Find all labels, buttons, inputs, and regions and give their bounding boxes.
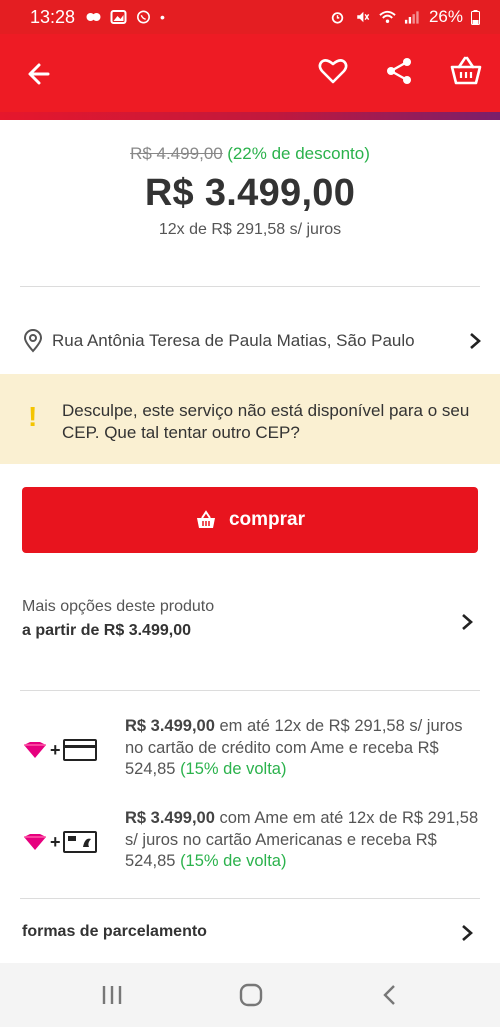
whatsapp-icon	[137, 10, 151, 24]
payment-option-text: R$ 3.499,00 em até 12x de R$ 291,58 s/ j…	[125, 716, 480, 781]
system-status: 26%	[329, 7, 480, 27]
shipping-address-row[interactable]: Rua Antônia Teresa de Paula Matias, São …	[22, 326, 482, 356]
image-icon	[110, 10, 127, 24]
dot-icon: •	[160, 9, 165, 25]
more-options-price: a partir de R$ 3.499,00	[22, 622, 191, 639]
shipping-warning: ! Desculpe, este serviço não está dispon…	[0, 374, 500, 464]
credit-card-icon	[62, 739, 97, 761]
cashback-label: (15% de volta)	[180, 852, 287, 870]
installments-info: 12x de R$ 291,58 s/ juros	[158, 221, 342, 238]
basket-icon	[196, 510, 215, 528]
divider	[20, 286, 480, 287]
alarm-icon	[331, 12, 344, 24]
payment-option-text: R$ 3.499,00 com Ame em até 12x de R$ 291…	[125, 808, 480, 873]
payment-option-americanas-card: + R$ 3.499,00 com Ame em até 12x de R$ 2…	[22, 808, 482, 878]
cashback-label: (15% de volta)	[180, 760, 287, 778]
installment-options-label: formas de parcelamento	[22, 923, 207, 940]
chevron-right-icon	[462, 925, 473, 941]
installment-options-row[interactable]: formas de parcelamento	[22, 923, 482, 947]
notification-icon	[86, 13, 101, 21]
buy-button[interactable]: comprar	[22, 487, 478, 553]
warning-line-1: Desculpe, este serviço não está disponív…	[62, 401, 470, 420]
plus-icon: +	[50, 831, 61, 852]
basket-icon[interactable]	[448, 53, 484, 89]
address-text: Rua Antônia Teresa de Paula Matias, São …	[52, 331, 415, 350]
warning-message: Desculpe, este serviço não está disponív…	[62, 400, 500, 444]
notification-icons: •	[85, 9, 165, 25]
divider	[20, 690, 480, 691]
home-icon[interactable]	[237, 983, 265, 1007]
clock: 13:28	[30, 6, 76, 27]
status-bar: 13:28 • 26%	[0, 0, 500, 34]
battery-level: 26%	[428, 7, 463, 26]
location-pin-icon	[23, 329, 43, 353]
discount-label: (22% de desconto)	[227, 144, 370, 163]
payment-price: R$ 3.499,00	[125, 717, 215, 735]
mute-icon	[357, 11, 370, 23]
plus-icon: +	[50, 739, 61, 760]
header-gradient-strip	[0, 112, 500, 120]
system-navigation-bar	[0, 963, 500, 1027]
buy-button-label: comprar	[228, 509, 306, 530]
chevron-right-icon	[470, 333, 481, 349]
payment-icons: +	[22, 830, 102, 854]
current-price: R$ 3.499,00	[144, 172, 356, 214]
recent-apps-icon[interactable]	[98, 983, 126, 1007]
ame-heart-icon	[24, 834, 46, 850]
more-options-row[interactable]: Mais opções deste produto a partir de R$…	[22, 598, 482, 654]
heart-icon[interactable]	[315, 53, 351, 89]
payment-price: R$ 3.499,00	[125, 809, 215, 827]
price-original-row: R$ 4.499,00 (22% de desconto)	[0, 144, 500, 164]
price-block: R$ 4.499,00 (22% de desconto) R$ 3.499,0…	[0, 144, 500, 239]
payment-option-credit-card: + R$ 3.499,00 em até 12x de R$ 291,58 s/…	[22, 716, 482, 786]
wifi-icon	[379, 10, 396, 23]
signal-icon	[404, 11, 419, 24]
back-arrow-icon[interactable]	[22, 56, 58, 92]
ame-heart-icon	[24, 742, 46, 758]
divider	[20, 898, 480, 899]
old-price: R$ 4.499,00	[130, 144, 223, 163]
share-icon[interactable]	[381, 53, 417, 89]
more-options-title: Mais opções deste produto	[22, 598, 215, 615]
americanas-card-icon	[62, 831, 97, 853]
battery-icon	[471, 9, 480, 25]
payment-icons: +	[22, 738, 102, 762]
warning-line-2: CEP. Que tal tentar outro CEP?	[62, 423, 300, 442]
app-bar	[0, 34, 500, 112]
warning-icon: !	[28, 401, 38, 432]
back-icon[interactable]	[376, 983, 404, 1007]
chevron-right-icon	[462, 614, 473, 630]
